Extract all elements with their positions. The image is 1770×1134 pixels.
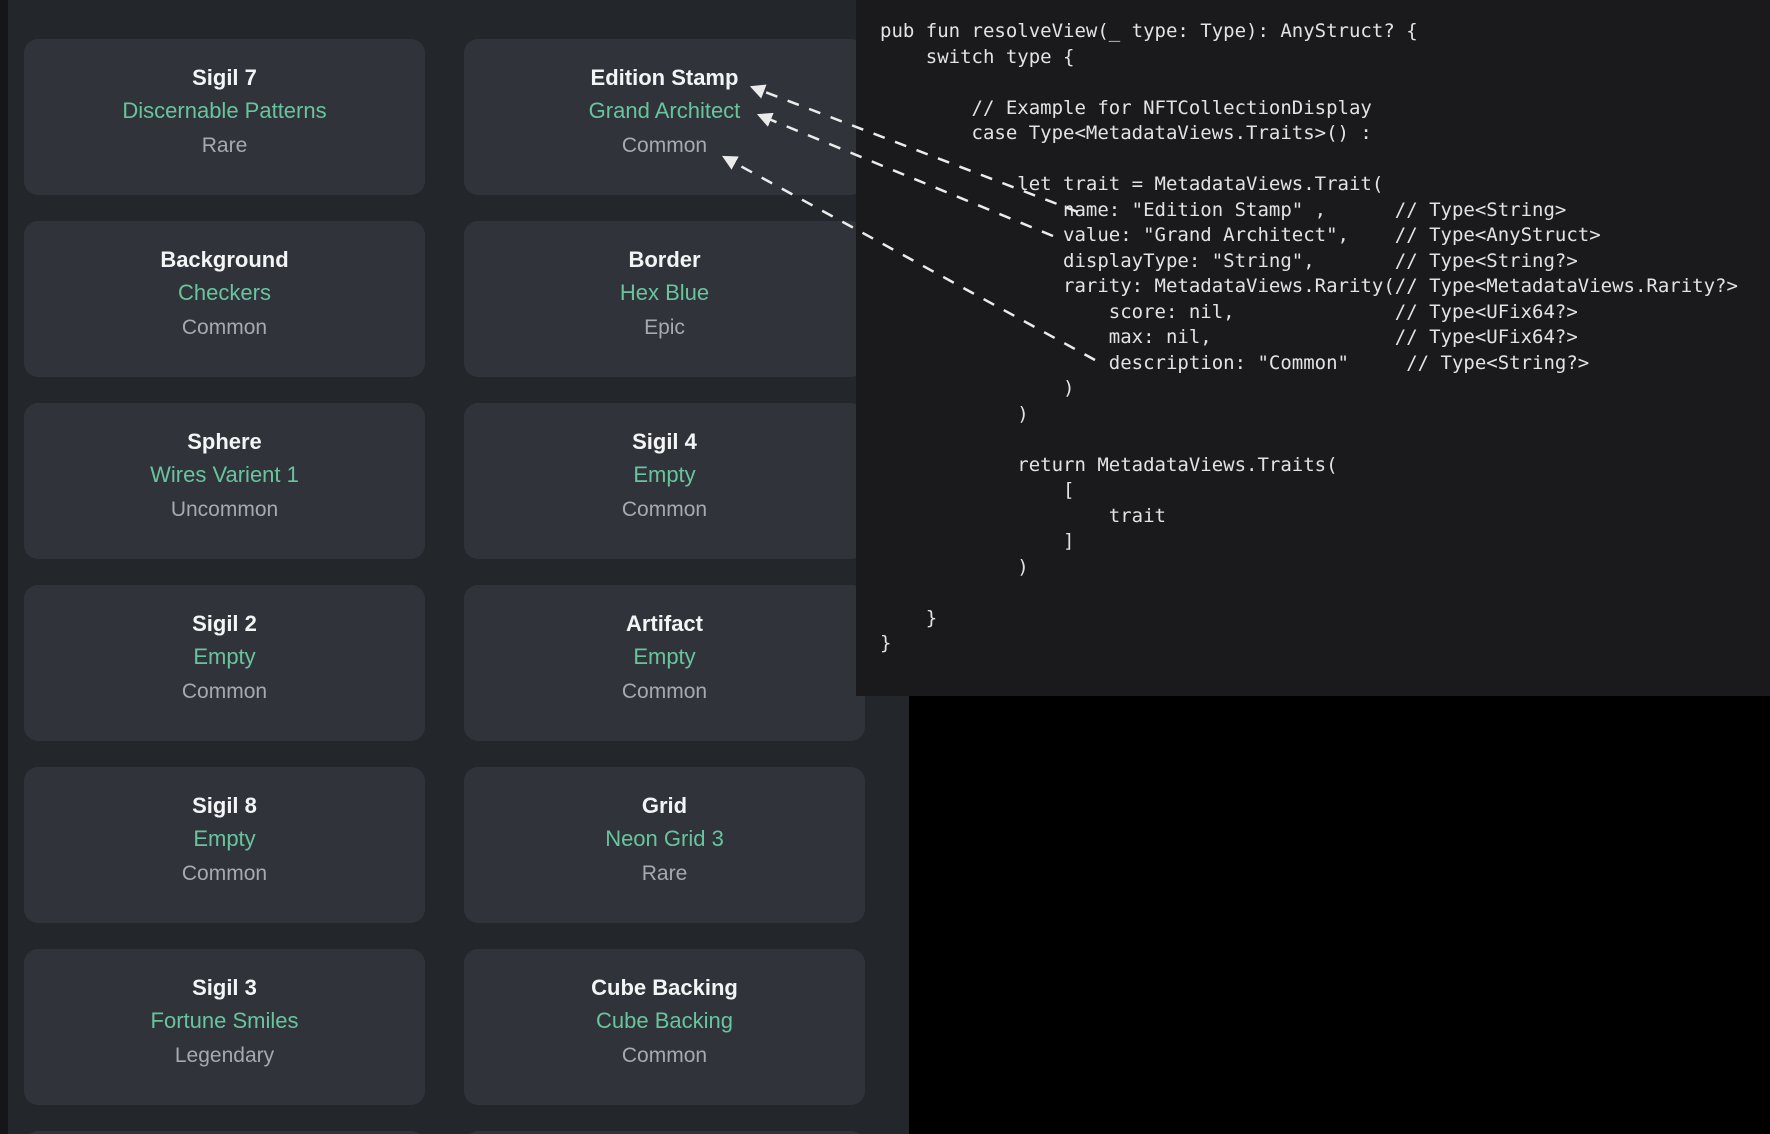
trait-rarity: Common — [622, 493, 707, 527]
trait-value: Wires Varient 1 — [150, 457, 299, 493]
trait-name: Cube Backing — [591, 973, 738, 1003]
trait-card[interactable]: Sigil 2EmptyCommon — [24, 585, 425, 741]
code-panel: pub fun resolveView(_ type: Type): AnySt… — [856, 0, 1770, 696]
trait-rarity: Common — [182, 311, 267, 345]
trait-card[interactable]: ArtifactEmptyCommon — [464, 585, 865, 741]
trait-card[interactable]: Sigil 8EmptyCommon — [24, 767, 425, 923]
trait-rarity: Common — [182, 675, 267, 709]
traits-grid: Sigil 7Discernable PatternsRareEdition S… — [24, 39, 865, 1134]
trait-rarity: Common — [622, 675, 707, 709]
trait-rarity: Common — [622, 129, 707, 163]
trait-value: Empty — [193, 821, 255, 857]
trait-name: Sphere — [187, 427, 262, 457]
trait-name: Sigil 8 — [192, 791, 257, 821]
trait-rarity: Common — [622, 1039, 707, 1073]
trait-card[interactable]: Sigil 4EmptyCommon — [464, 403, 865, 559]
trait-name: Edition Stamp — [591, 63, 739, 93]
trait-name: Border — [628, 245, 700, 275]
traits-panel: Sigil 7Discernable PatternsRareEdition S… — [0, 0, 909, 1134]
trait-value: Checkers — [178, 275, 271, 311]
trait-card[interactable]: GridNeon Grid 3Rare — [464, 767, 865, 923]
screenshot-root: Sigil 7Discernable PatternsRareEdition S… — [0, 0, 1770, 1134]
trait-name: Sigil 4 — [632, 427, 697, 457]
trait-rarity: Epic — [644, 311, 685, 345]
trait-value: Hex Blue — [620, 275, 709, 311]
trait-rarity: Common — [182, 857, 267, 891]
trait-card[interactable]: Sigil 7Discernable PatternsRare — [24, 39, 425, 195]
code-snippet: pub fun resolveView(_ type: Type): AnySt… — [856, 0, 1770, 657]
trait-value: Empty — [633, 457, 695, 493]
trait-card[interactable]: Sigil 3Fortune SmilesLegendary — [24, 949, 425, 1105]
trait-value: Discernable Patterns — [122, 93, 326, 129]
trait-name: Artifact — [626, 609, 703, 639]
trait-value: Fortune Smiles — [151, 1003, 299, 1039]
trait-card[interactable]: Cube BackingCube BackingCommon — [464, 949, 865, 1105]
trait-rarity: Rare — [642, 857, 688, 891]
trait-rarity: Rare — [202, 129, 248, 163]
trait-value: Neon Grid 3 — [605, 821, 724, 857]
trait-value: Empty — [193, 639, 255, 675]
trait-value: Empty — [633, 639, 695, 675]
trait-name: Sigil 2 — [192, 609, 257, 639]
left-edge-strip — [0, 0, 8, 1134]
trait-name: Sigil 7 — [192, 63, 257, 93]
trait-rarity: Legendary — [175, 1039, 274, 1073]
trait-card[interactable]: BackgroundCheckersCommon — [24, 221, 425, 377]
trait-value: Grand Architect — [589, 93, 741, 129]
trait-name: Background — [160, 245, 288, 275]
trait-card[interactable]: Edition StampGrand ArchitectCommon — [464, 39, 865, 195]
trait-card[interactable]: SphereWires Varient 1Uncommon — [24, 403, 425, 559]
trait-card[interactable]: BorderHex BlueEpic — [464, 221, 865, 377]
trait-name: Grid — [642, 791, 687, 821]
trait-value: Cube Backing — [596, 1003, 733, 1039]
trait-name: Sigil 3 — [192, 973, 257, 1003]
trait-rarity: Uncommon — [171, 493, 278, 527]
